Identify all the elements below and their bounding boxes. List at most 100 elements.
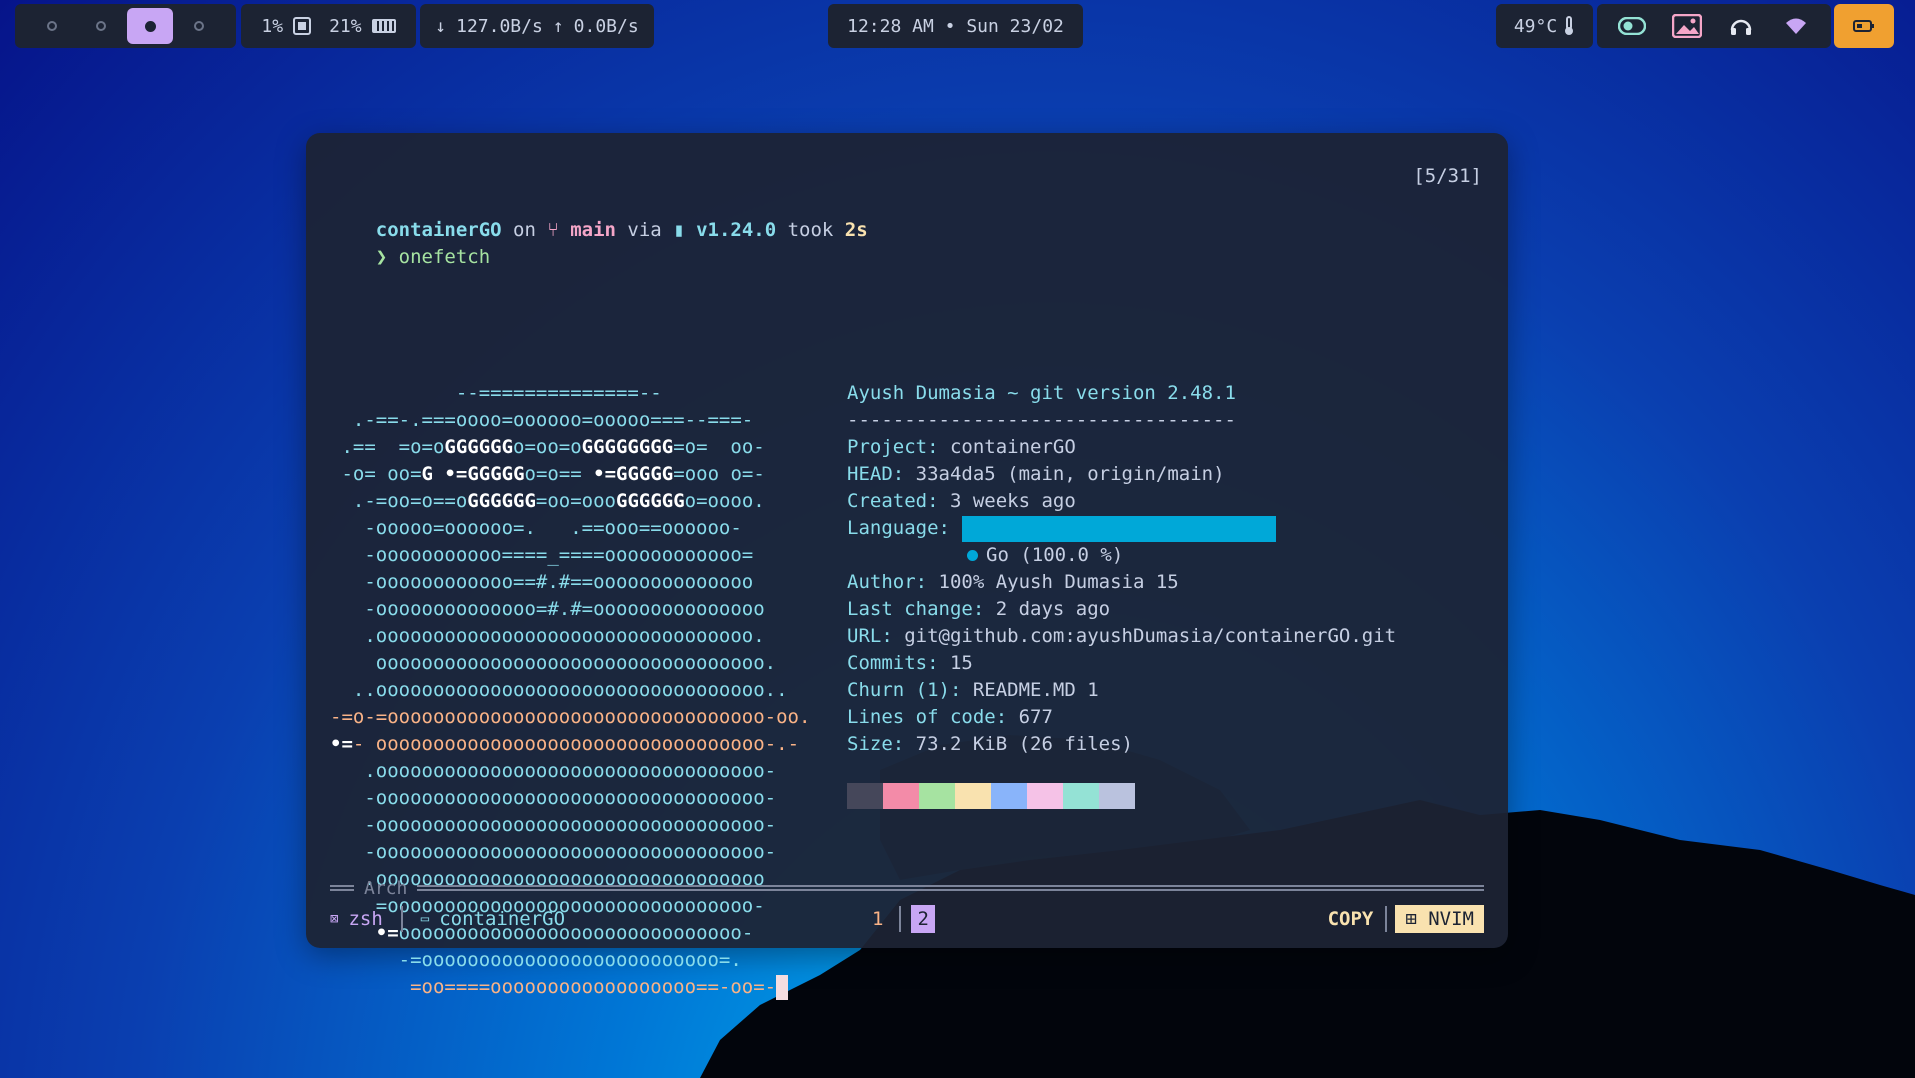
ascii-line: -ooooooooooo====_====oooooooooooo=: [330, 544, 754, 566]
palette-swatch: [1063, 783, 1099, 809]
ram-usage: 21%: [329, 15, 362, 37]
ascii-line: -=o-=ooooooooooooooooooooooooooooooooo-o…: [330, 706, 811, 728]
info-header: Ayush Dumasia ~ git version 2.48.1: [847, 382, 1236, 404]
info-lines-of-code: Lines of code: 677: [847, 704, 1053, 731]
info-label: Churn (1):: [847, 679, 962, 701]
toggle-icon[interactable]: [1617, 11, 1647, 41]
thermometer-icon: [1565, 16, 1574, 35]
cpu-usage: 1%: [261, 15, 284, 37]
command-line: ❯ onefetch: [330, 217, 490, 268]
info-url: URL: git@github.com:ayushDumasia/contain…: [847, 623, 1396, 650]
palette-swatch: [847, 783, 883, 809]
prompt-via: via: [615, 219, 674, 241]
grid-icon: ⊞: [1405, 908, 1429, 930]
terminal-icon: ⊠: [330, 911, 339, 927]
download-speed: 127.0B/s: [456, 15, 543, 37]
workspace-switcher: [15, 4, 236, 48]
upload-arrow-icon: ↑: [552, 15, 564, 37]
info-value: 2 days ago: [995, 598, 1111, 620]
workspace-4[interactable]: [176, 8, 222, 44]
info-divider: ----------------------------------: [847, 409, 1236, 431]
tab-2[interactable]: 2: [911, 905, 935, 933]
mode-indicator: COPY: [1327, 908, 1374, 930]
cpu-icon: [293, 17, 312, 35]
session-name: Arch: [364, 877, 408, 899]
prompt-on: on: [501, 219, 548, 241]
info-value: 3 weeks ago: [949, 490, 1076, 512]
terminal-window[interactable]: [5/31] containerGO on ⑂ main via ▮ v1.24…: [306, 133, 1508, 1000]
battery-widget[interactable]: [1834, 4, 1894, 48]
info-value: Go (100.0 %): [986, 544, 1124, 566]
prompt-branch: main: [570, 219, 616, 241]
prompt-line: containerGO on ⑂ main via ▮ v1.24.0 took…: [330, 190, 868, 241]
info-label: Commits:: [847, 652, 939, 674]
clock[interactable]: 12:28 AM • Sun 23/02: [828, 4, 1083, 48]
info-label: Lines of code:: [847, 706, 1008, 728]
ascii-line: •=- oooooooooooooooooooooooooooooooooo-.…: [330, 733, 800, 755]
git-branch-icon: ⑂: [547, 219, 571, 241]
info-value: containerGO: [949, 436, 1076, 458]
ascii-line: .oooooooooooooooooooooooooooooooooo-: [330, 760, 777, 782]
info-size: Size: 73.2 KiB (26 files): [847, 731, 1133, 758]
terminal-cursor: [776, 975, 789, 1000]
divider: [1385, 906, 1388, 932]
palette-swatch: [883, 783, 919, 809]
info-value: 15: [949, 652, 973, 674]
tray-icons: [1597, 4, 1831, 48]
temperature-widget[interactable]: 49°C: [1496, 4, 1593, 48]
system-stats[interactable]: 1% 21%: [241, 4, 416, 48]
temperature-value: 49°C: [1513, 15, 1558, 37]
ascii-line: --==============--: [330, 382, 662, 404]
prompt-symbol: ❯: [375, 246, 388, 268]
wifi-icon[interactable]: [1781, 11, 1811, 41]
tab-1[interactable]: 1: [866, 905, 889, 933]
go-gopher-icon: ▮: [673, 219, 697, 241]
info-value: 100% Ayush Dumasia 15: [938, 571, 1179, 593]
clock-text: 12:28 AM • Sun 23/02: [847, 15, 1064, 37]
prompt-go-version: v1.24.0: [696, 219, 777, 241]
network-speed[interactable]: ↓ 127.0B/s ↑ 0.0B/s: [420, 4, 654, 48]
prompt-duration: 2s: [844, 219, 868, 241]
language-bar: [961, 515, 1276, 542]
workspace-1[interactable]: [29, 8, 75, 44]
ascii-line: -oooooooooooo==#.#==oooooooooooooo: [330, 571, 754, 593]
info-label: URL:: [847, 625, 893, 647]
language-dot-icon: [967, 550, 978, 561]
workspace-2[interactable]: [78, 8, 124, 44]
ascii-line: -ooooo=oooooo=. .==ooo==oooooo-: [330, 517, 742, 539]
info-language-legend: Go (100.0 %): [967, 542, 1123, 569]
info-value: git@github.com:ayushDumasia/containerGO.…: [904, 625, 1397, 647]
headphones-icon[interactable]: [1726, 11, 1756, 41]
workspace-dot-icon: [47, 21, 57, 31]
palette-swatch: [1027, 783, 1063, 809]
editor-name: NVIM: [1428, 908, 1474, 930]
shell-name[interactable]: zsh: [348, 908, 382, 930]
info-value: README.MD 1: [972, 679, 1099, 701]
workspace-dot-icon: [96, 21, 106, 31]
info-last-change: Last change: 2 days ago: [847, 596, 1110, 623]
workspace-3[interactable]: [127, 8, 173, 44]
ascii-line: -oooooooooooooooooooooooooooooooooo-: [330, 787, 777, 809]
divider: [400, 906, 403, 932]
divider: [899, 906, 902, 932]
info-label: Project:: [847, 436, 939, 458]
tmux-statusline: ⊠ zsh ▭ containerGO 1 2 COPY ⊞ NVIM: [330, 905, 1484, 933]
ascii-line: .== =o=oGGGGGGo=oo=oGGGGGGGG=o= oo-: [330, 436, 765, 458]
info-value: 73.2 KiB (26 files): [915, 733, 1133, 755]
ascii-line: -oooooooooooooo=#.#=ooooooooooooooo: [330, 598, 765, 620]
download-arrow-icon: ↓: [435, 15, 447, 37]
wallpaper-icon[interactable]: [1671, 11, 1702, 41]
ascii-line: oooooooooooooooooooooooooooooooooo.: [330, 652, 777, 674]
ascii-line: -o= oo=G •=GGGGGo=o== •=GGGGG=ooo o=-: [330, 463, 765, 485]
ascii-line: .-=oo=o==oGGGGGG=oo=oooGGGGGGo=oooo.: [330, 490, 765, 512]
prompt-took: took: [776, 219, 845, 241]
ascii-line: -oooooooooooooooooooooooooooooooooo-: [330, 841, 777, 863]
info-commits: Commits: 15: [847, 650, 973, 677]
editor-badge[interactable]: ⊞ NVIM: [1395, 905, 1484, 933]
folder-icon: ▭: [420, 911, 430, 927]
info-label: Language:: [847, 517, 950, 539]
info-value: 33a4da5 (main, origin/main): [915, 463, 1225, 485]
ascii-line: -=oooooooooooooooooooooooooo=.: [330, 949, 742, 971]
info-author: Author: 100% Ayush Dumasia 15: [847, 569, 1179, 596]
cwd-name[interactable]: containerGO: [439, 908, 565, 930]
